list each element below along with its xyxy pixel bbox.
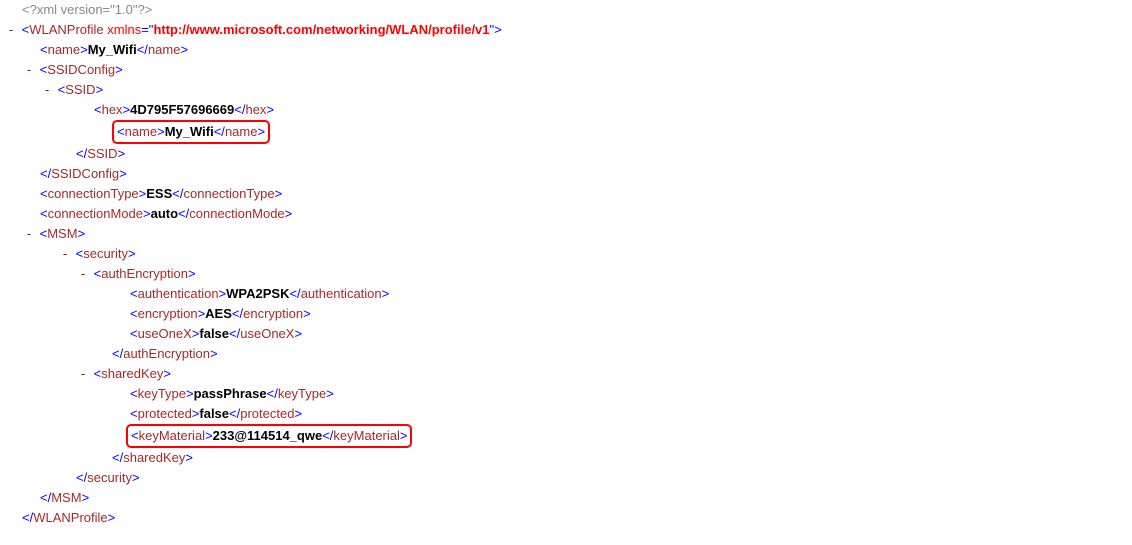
collapse-icon[interactable]: - [58, 244, 72, 264]
connectiontype-element: <connectionType>ESS</connectionType> [0, 184, 1132, 204]
collapse-icon[interactable]: - [4, 20, 18, 40]
security-open: - <security> [0, 244, 1132, 264]
authencryption-open: - <authEncryption> [0, 264, 1132, 284]
wlanprofile-open: - <WLANProfile xmlns="http://www.microso… [0, 20, 1132, 40]
authencryption-close: </authEncryption> [0, 344, 1132, 364]
ssid-name-highlight-row: <name>My_Wifi</name> [0, 120, 1132, 144]
hex-element: <hex>4D795F57696669</hex> [0, 100, 1132, 120]
sharedkey-close: </sharedKey> [0, 448, 1132, 468]
authentication-element: <authentication>WPA2PSK</authentication> [0, 284, 1132, 304]
highlight-ssid-name: <name>My_Wifi</name> [112, 120, 270, 144]
collapse-icon[interactable]: - [22, 224, 36, 244]
msm-open: - <MSM> [0, 224, 1132, 244]
msm-close: </MSM> [0, 488, 1132, 508]
collapse-icon[interactable]: - [76, 264, 90, 284]
wlanprofile-close: </WLANProfile> [0, 508, 1132, 528]
useonex-element: <useOneX>false</useOneX> [0, 324, 1132, 344]
sharedkey-open: - <sharedKey> [0, 364, 1132, 384]
xml-declaration: <?xml version="1.0"?> [0, 0, 1132, 20]
name-element: <name>My_Wifi</name> [0, 40, 1132, 60]
ssidconfig-close: </SSIDConfig> [0, 164, 1132, 184]
security-close: </security> [0, 468, 1132, 488]
keymaterial-highlight-row: <keyMaterial>233@114514_qwe</keyMaterial… [0, 424, 1132, 448]
encryption-element: <encryption>AES</encryption> [0, 304, 1132, 324]
collapse-icon[interactable]: - [40, 80, 54, 100]
highlight-keymaterial: <keyMaterial>233@114514_qwe</keyMaterial… [126, 424, 412, 448]
ssidconfig-open: - <SSIDConfig> [0, 60, 1132, 80]
keytype-element: <keyType>passPhrase</keyType> [0, 384, 1132, 404]
collapse-icon[interactable]: - [22, 60, 36, 80]
collapse-icon[interactable]: - [76, 364, 90, 384]
ssid-close: </SSID> [0, 144, 1132, 164]
ssid-open: - <SSID> [0, 80, 1132, 100]
protected-element: <protected>false</protected> [0, 404, 1132, 424]
connectionmode-element: <connectionMode>auto</connectionMode> [0, 204, 1132, 224]
